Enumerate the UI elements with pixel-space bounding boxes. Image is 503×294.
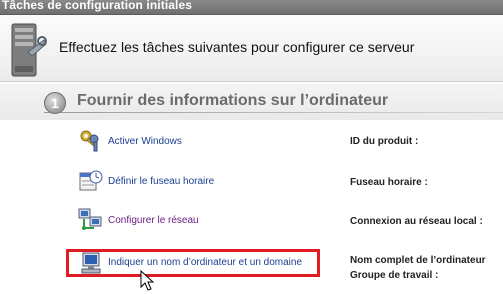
keys-icon[interactable] [78, 129, 104, 153]
activate-windows-link[interactable]: Activer Windows [108, 136, 182, 147]
product-id-label: ID du produit : [350, 136, 419, 147]
window-titlebar: Tâches de configuration initiales [0, 0, 503, 15]
time-zone-label: Fuseau horaire : [350, 177, 428, 188]
calendar-clock-icon[interactable] [78, 169, 104, 193]
section-divider [44, 112, 503, 113]
configure-network-link[interactable]: Configurer le réseau [108, 215, 199, 226]
section-title: Fournir des informations sur l’ordinateu… [77, 92, 389, 109]
lan-connection-label: Connexion au réseau local : [350, 216, 483, 227]
page-header: Effectuez les tâches suivantes pour conf… [0, 15, 503, 82]
workgroup-label: Groupe de travail : [350, 270, 439, 281]
window-title: Tâches de configuration initiales [2, 0, 193, 12]
network-icon[interactable] [78, 207, 104, 231]
mouse-cursor-icon [140, 270, 155, 291]
highlight-box [66, 249, 320, 277]
full-computer-name-label: Nom complet de l’ordinateur [350, 255, 486, 266]
header-text: Effectuez les tâches suivantes pour conf… [59, 39, 415, 55]
set-time-zone-link[interactable]: Définir le fuseau horaire [108, 176, 214, 187]
server-icon [11, 23, 47, 77]
step-number-badge: 1 [44, 92, 66, 114]
